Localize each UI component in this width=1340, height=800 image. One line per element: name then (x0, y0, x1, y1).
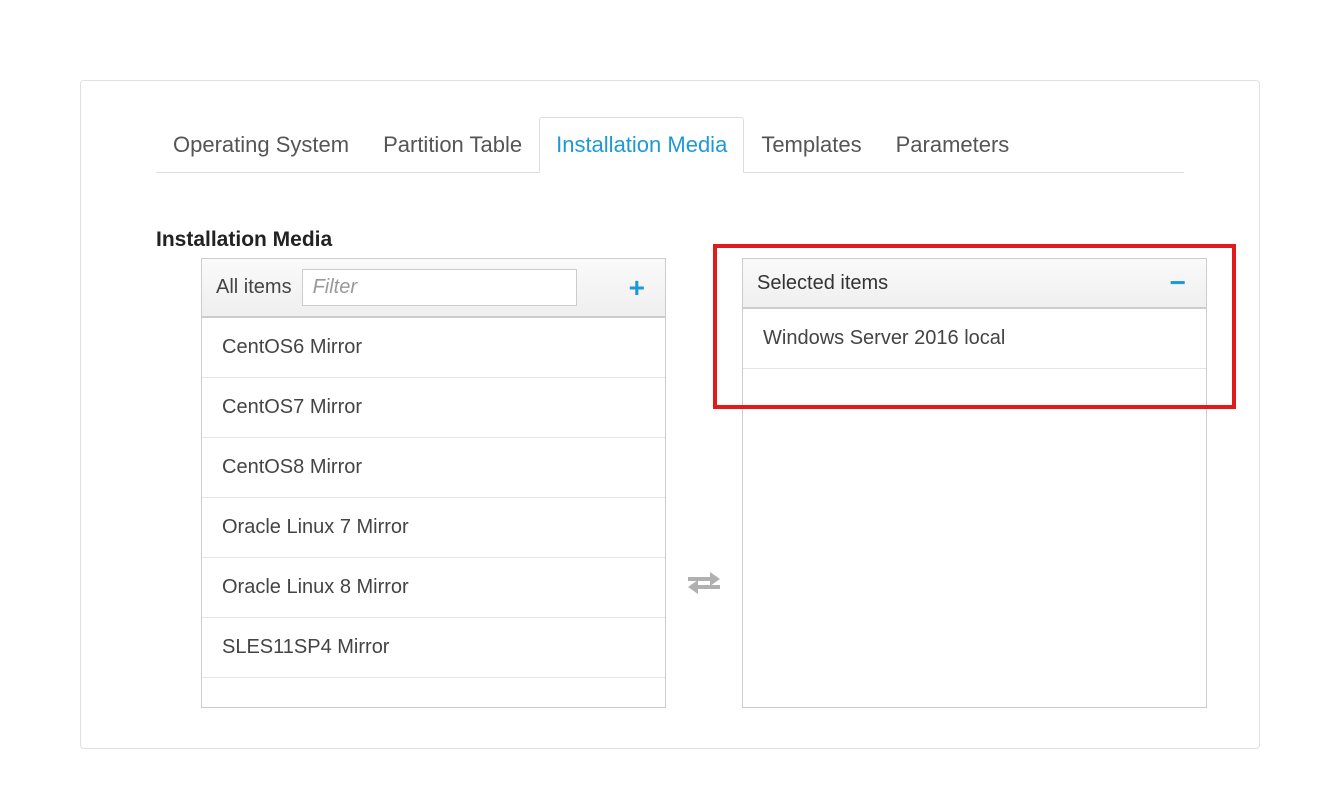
swap-icon (688, 572, 720, 594)
list-item[interactable]: CentOS7 Mirror (202, 378, 665, 438)
minus-icon: − (1170, 267, 1186, 298)
tab-partition-table[interactable]: Partition Table (366, 117, 539, 173)
multiselect: All items + CentOS6 Mirror CentOS7 Mirro… (121, 258, 1219, 708)
selected-header: Selected items − (743, 259, 1206, 309)
remove-all-button[interactable]: − (1164, 269, 1192, 297)
available-header-label: All items (216, 276, 292, 299)
config-panel: Operating System Partition Table Install… (80, 80, 1260, 749)
list-item[interactable]: Oracle Linux 7 Mirror (202, 498, 665, 558)
add-all-button[interactable]: + (623, 274, 651, 302)
tab-templates[interactable]: Templates (744, 117, 878, 173)
available-header: All items + (202, 259, 665, 318)
available-listbox: All items + CentOS6 Mirror CentOS7 Mirro… (201, 258, 666, 708)
tab-parameters[interactable]: Parameters (879, 117, 1027, 173)
filter-input[interactable] (302, 269, 577, 306)
list-item[interactable]: SLES11SP4 Mirror (202, 618, 665, 678)
tab-bar: Operating System Partition Table Install… (156, 116, 1184, 173)
selected-header-label: Selected items (757, 272, 888, 295)
list-item[interactable]: Oracle Linux 8 Mirror (202, 558, 665, 618)
tab-operating-system[interactable]: Operating System (156, 117, 366, 173)
list-item[interactable]: Windows Server 2016 local (743, 309, 1206, 369)
list-item[interactable]: CentOS6 Mirror (202, 318, 665, 378)
plus-icon: + (629, 272, 645, 303)
tab-installation-media[interactable]: Installation Media (539, 117, 744, 173)
available-items: CentOS6 Mirror CentOS7 Mirror CentOS8 Mi… (202, 318, 665, 678)
section-title: Installation Media (156, 228, 1219, 252)
selected-items: Windows Server 2016 local (743, 309, 1206, 369)
list-item[interactable]: CentOS8 Mirror (202, 438, 665, 498)
selected-listbox: Selected items − Windows Server 2016 loc… (742, 258, 1207, 708)
